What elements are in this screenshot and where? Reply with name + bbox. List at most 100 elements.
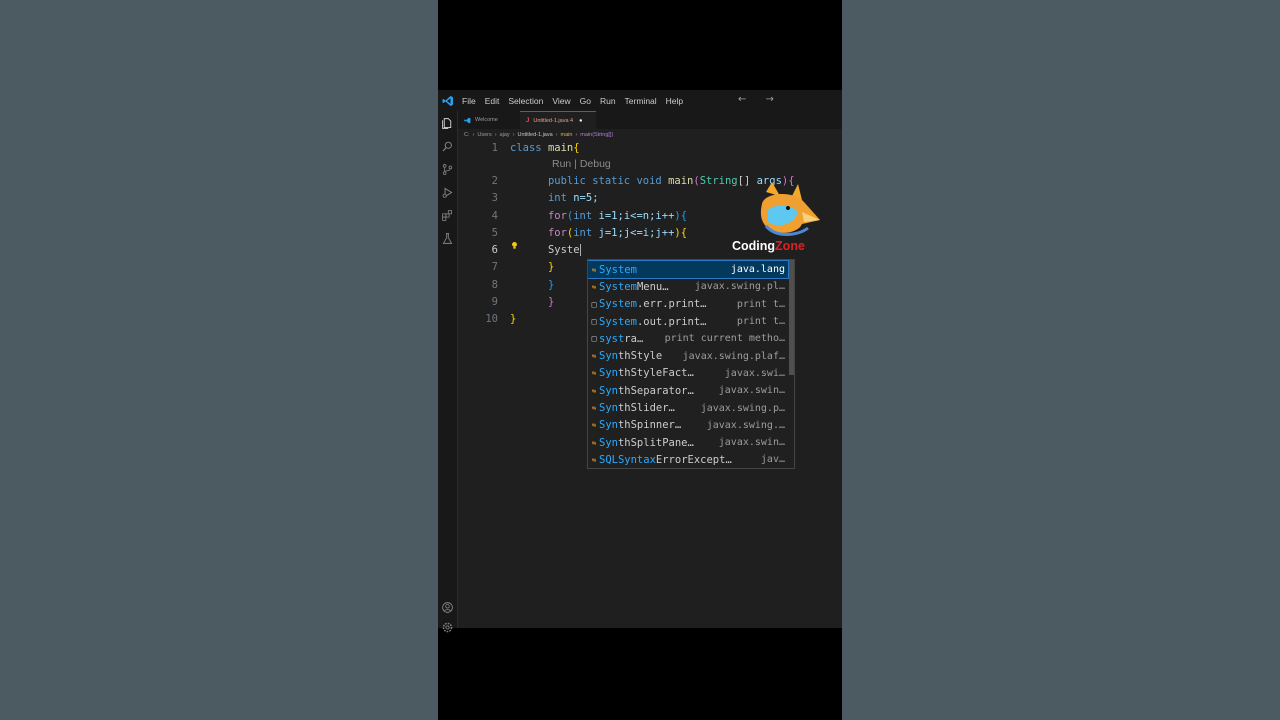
suggestion-rest: thSplitPane… [617, 436, 694, 449]
explorer-icon[interactable] [441, 117, 454, 130]
brace: } [510, 313, 517, 325]
tab-untitled-java[interactable]: J Untitled-1.java 4 ● [520, 111, 596, 130]
menu-file[interactable]: File [462, 96, 476, 106]
breadcrumb-method[interactable]: main(String[]) [580, 132, 613, 138]
type-int: int [573, 210, 593, 222]
class-name: main [547, 142, 574, 154]
vscode-tab-icon [464, 117, 471, 123]
video-frame: File Edit Selection View Go Run Terminal… [438, 0, 842, 720]
suggest-scrollbar[interactable] [789, 260, 794, 375]
fox-logo-icon [760, 182, 820, 236]
suggestion-match: Syn [599, 402, 618, 415]
breadcrumb-user[interactable]: ajay [500, 132, 510, 138]
java-file-icon: J [526, 118, 530, 124]
suggestion-rest: thStyleFact… [617, 367, 694, 380]
text-cursor [579, 244, 581, 256]
suggestion-match: Syn [599, 367, 618, 380]
suggestion-item[interactable]: ⇆ SQLSyntaxErrorExcept… jav… [588, 451, 788, 468]
codelens-run-debug[interactable]: Run | Debug [552, 158, 611, 170]
suggestion-item[interactable]: ⇆ SynthSplitPane… javax.swin… [588, 434, 788, 451]
suggestion-item[interactable]: ⇆ SystemMenu… javax.swing.pl… [588, 278, 788, 295]
suggest-widget: ⇆ System java.lang ⇆ SystemMenu… javax.swing.… [587, 259, 795, 469]
suggestion-item[interactable]: ⇆ SynthSpinner… javax.swing.… [588, 417, 788, 434]
suggestion-item[interactable]: □ systra… print current metho… [588, 330, 788, 347]
suggestion-rest: thSeparator… [617, 384, 694, 397]
breadcrumb-separator: › [472, 132, 475, 138]
breadcrumb-class[interactable]: main [561, 132, 573, 138]
menu-view[interactable]: View [552, 96, 570, 106]
suggestion-detail: javax.swing.plaf… [682, 350, 785, 362]
suggestion-detail: javax.swi… [724, 367, 785, 379]
method-name: main [668, 175, 694, 187]
suggestion-rest: .err.print… [636, 298, 707, 311]
source-control-icon[interactable] [441, 163, 454, 176]
extensions-icon[interactable] [441, 209, 454, 222]
unsaved-dot-icon[interactable]: ● [579, 118, 582, 124]
title-bar: File Edit Selection View Go Run Terminal… [438, 90, 842, 111]
suggestion-item[interactable]: ⇆ SynthStyleFact… javax.swi… [588, 365, 788, 382]
brace: } [547, 296, 555, 308]
line-number: 4 [491, 210, 498, 222]
nav-back-forward[interactable]: ← → [738, 94, 782, 105]
menu-selection[interactable]: Selection [508, 96, 543, 106]
suggestion-label: SynthStyle [599, 350, 662, 362]
watermark-word-coding: Coding [732, 239, 776, 253]
background-right [842, 0, 1280, 720]
code-line-1: class main{ [510, 142, 580, 154]
suggestion-item[interactable]: ⇆ SynthSlider… javax.swing.p… [588, 399, 788, 416]
suggestion-item[interactable]: ⇆ System java.lang [588, 260, 789, 280]
suggestion-match: System [599, 280, 637, 293]
settings-gear-icon[interactable] [441, 621, 454, 634]
lightbulb-icon[interactable] [511, 241, 518, 250]
menu-terminal[interactable]: Terminal [625, 96, 657, 106]
suggestion-label: SynthStyleFact… [599, 367, 694, 379]
suggestion-item[interactable]: ⇆ SynthStyle javax.swing.plaf… [588, 348, 788, 365]
line-number: 10 [485, 313, 498, 325]
code-line-3: int n=5; [510, 192, 599, 204]
run-debug-icon[interactable] [441, 186, 454, 199]
brace: { [573, 142, 580, 154]
suggestion-label: SystemMenu… [599, 281, 669, 293]
modifiers: public static void [547, 175, 662, 187]
suggestion-rest: ErrorExcept… [655, 453, 732, 466]
account-icon[interactable] [441, 601, 454, 614]
class-icon: ⇆ [591, 404, 597, 413]
menu-run[interactable]: Run [600, 96, 616, 106]
suggestion-match: Syn [599, 436, 618, 449]
breadcrumb-drive[interactable]: C: [464, 132, 470, 138]
breadcrumb: C: › Users › ajay › Untitled-1.java › ma… [464, 130, 613, 140]
suggestion-item[interactable]: ⇆ SynthSeparator… javax.swin… [588, 382, 788, 399]
suggestion-detail: java.lang [730, 264, 785, 276]
loop-header: j=1;j<=i;j++ [598, 227, 675, 239]
watermark-word-zone: Zone [775, 239, 805, 253]
line-number: 7 [491, 261, 498, 273]
menu-edit[interactable]: Edit [485, 96, 500, 106]
suggestion-label: System [599, 264, 637, 276]
code-line-6: Syste [510, 244, 581, 256]
brace: } [547, 261, 555, 273]
class-icon: ⇆ [591, 282, 597, 291]
menu-help[interactable]: Help [666, 96, 683, 106]
typed-text: Syste [547, 244, 580, 256]
suggestion-detail: javax.swin… [718, 437, 785, 449]
code-line-5: for(int j=1;j<=i;j++){ [510, 227, 687, 239]
suggestion-rest: Menu… [636, 280, 669, 293]
coding-zone-watermark: CodingZone [732, 182, 832, 256]
testing-icon[interactable] [441, 232, 454, 245]
tab-welcome[interactable]: Welcome [458, 111, 522, 129]
breadcrumb-separator: › [512, 132, 515, 138]
editor-tabs: Welcome J Untitled-1.java 4 ● [458, 111, 842, 130]
breadcrumb-separator: › [575, 132, 578, 138]
breadcrumb-file[interactable]: Untitled-1.java [518, 132, 553, 138]
breadcrumb-users[interactable]: Users [477, 132, 491, 138]
suggestion-label: SynthSplitPane… [599, 437, 694, 449]
search-icon[interactable] [441, 140, 454, 153]
code-line-10: } [510, 313, 516, 325]
suggestion-item[interactable]: □ System.err.print… print t… [588, 296, 788, 313]
class-icon: ⇆ [591, 421, 597, 430]
suggestion-item[interactable]: □ System.out.print… print t… [588, 313, 788, 330]
breadcrumb-separator: › [555, 132, 558, 138]
class-icon: ⇆ [591, 438, 597, 447]
snippet-icon: □ [591, 299, 597, 309]
menu-go[interactable]: Go [580, 96, 591, 106]
